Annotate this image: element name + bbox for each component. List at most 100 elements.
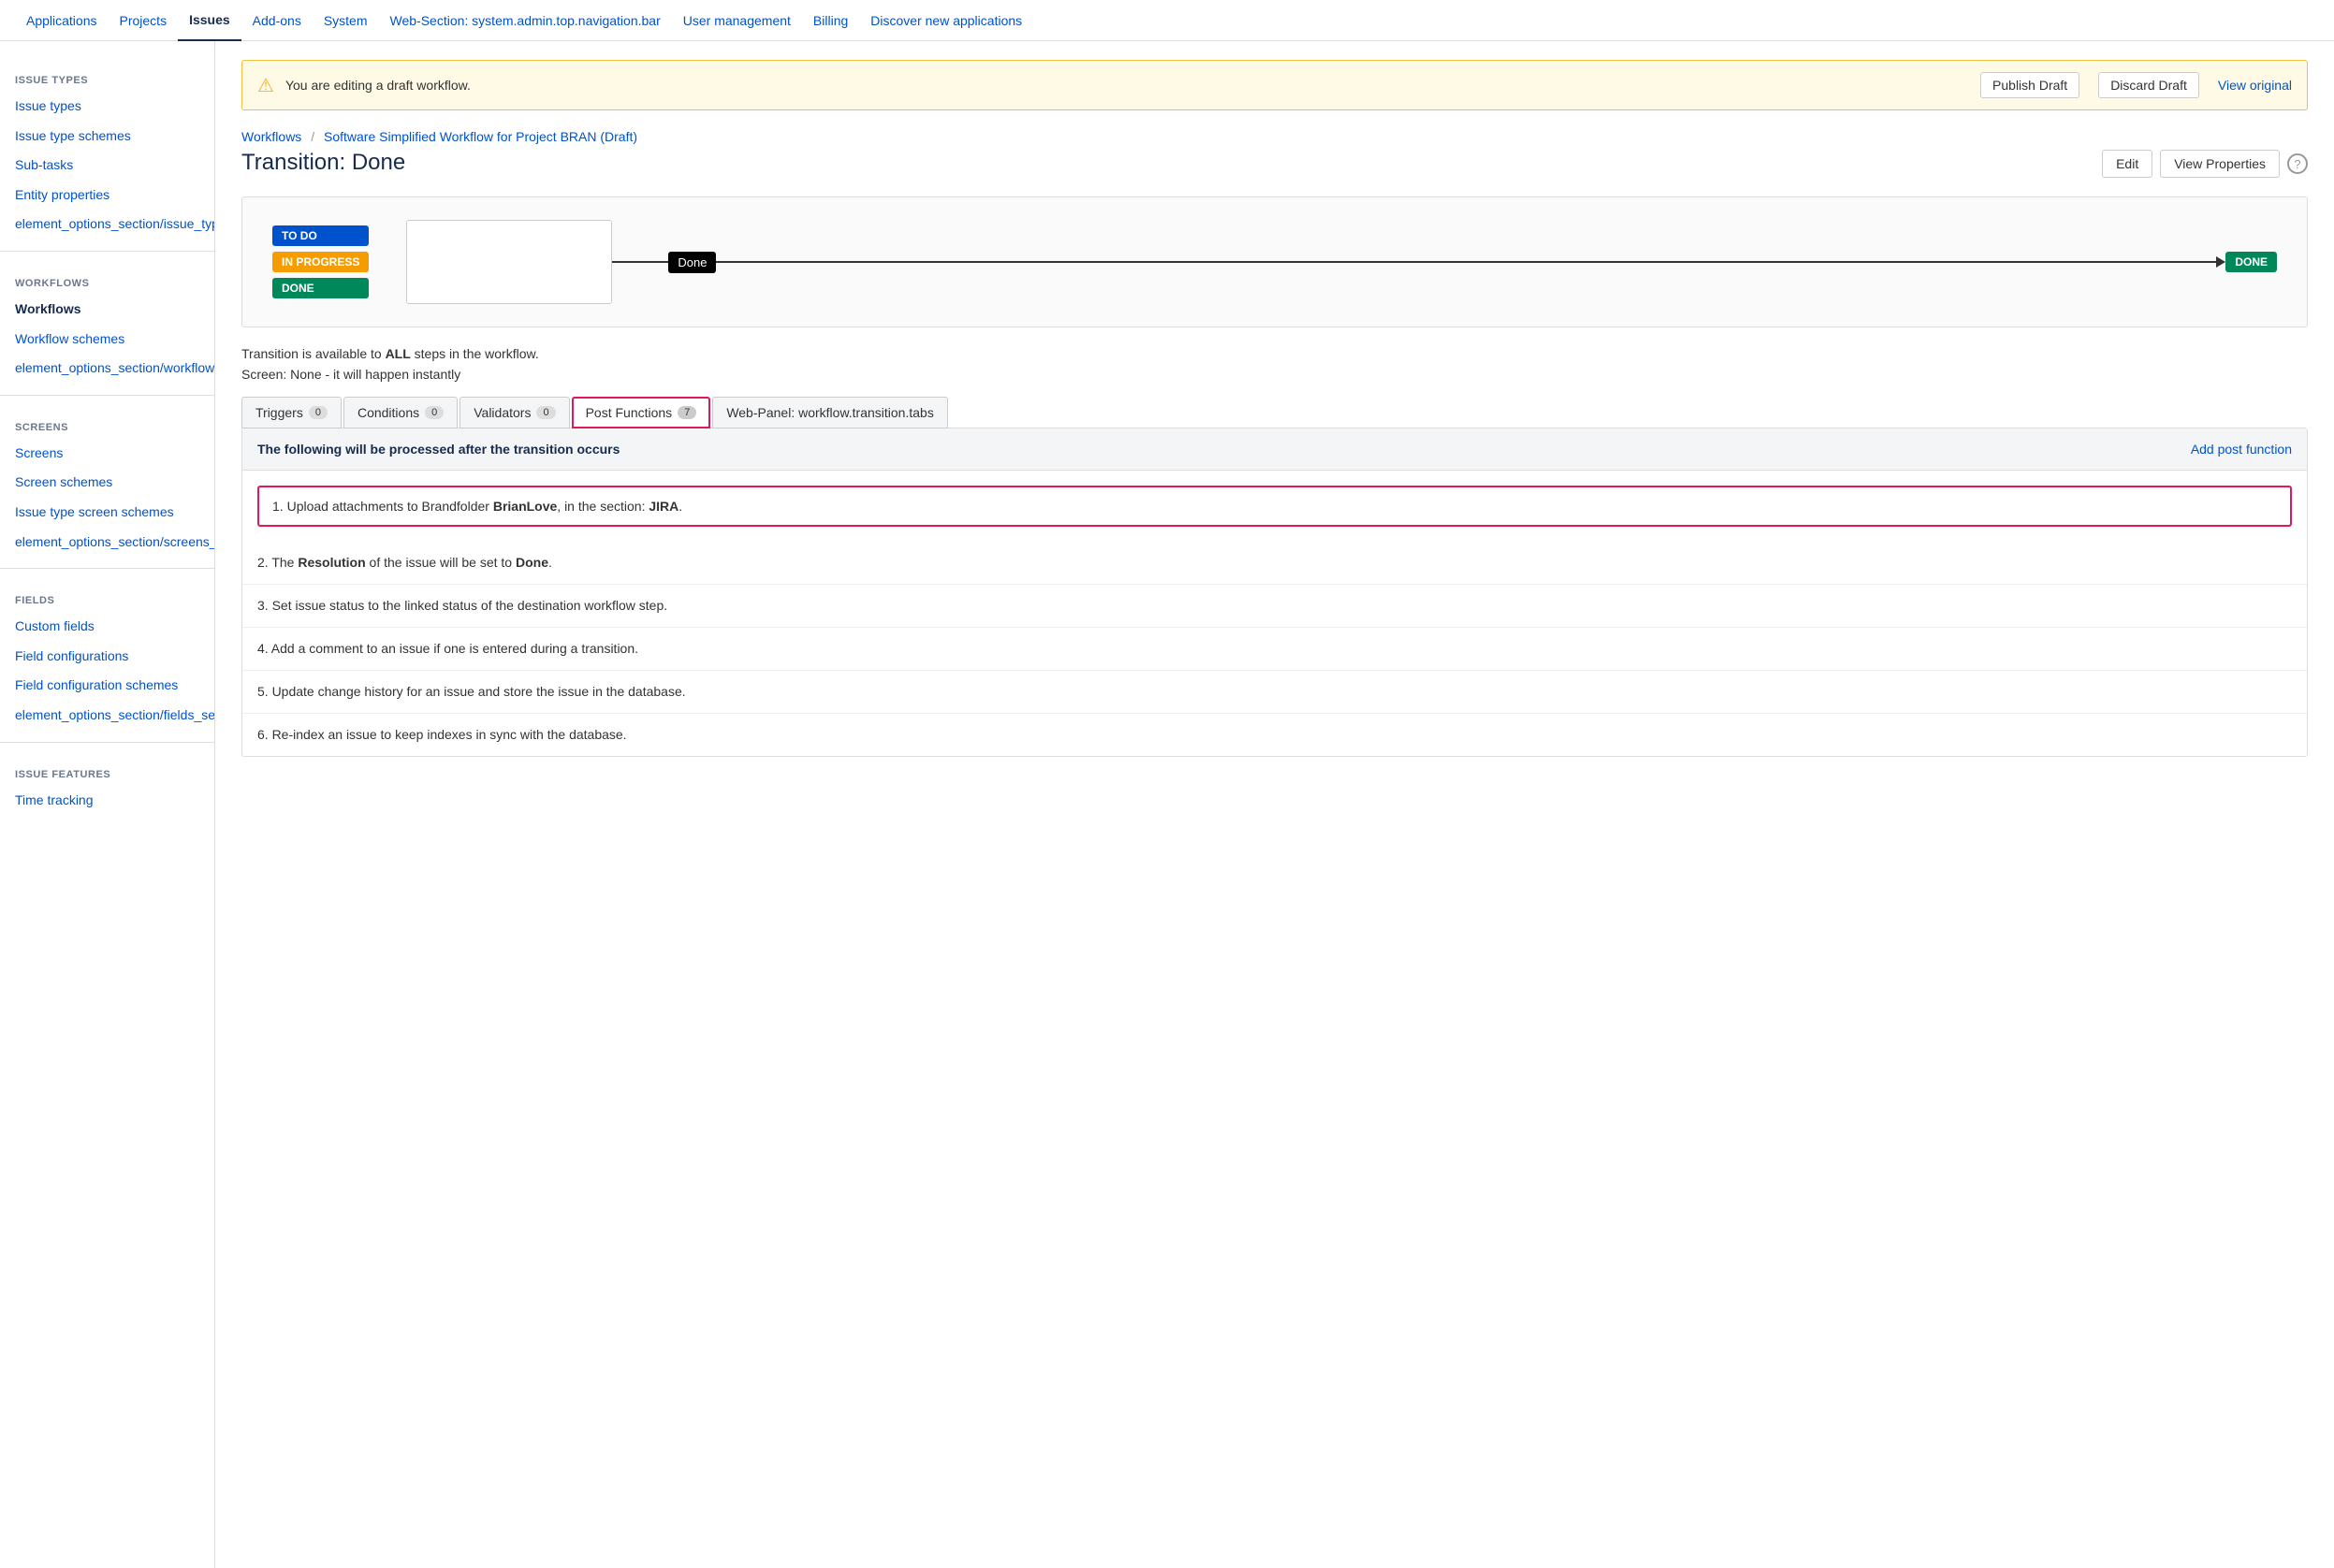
draft-banner: ⚠ You are editing a draft workflow. Publ… <box>241 60 2308 110</box>
view-properties-button[interactable]: View Properties <box>2160 150 2280 178</box>
page-header: Transition: Done Edit View Properties ? <box>241 150 2308 178</box>
pf-item-1-wrapper: 1. Upload attachments to Brandfolder Bri… <box>242 471 2307 542</box>
add-post-function-link[interactable]: Add post function <box>2191 442 2292 457</box>
pf-item-1: 1. Upload attachments to Brandfolder Bri… <box>257 486 2292 527</box>
pf-item-1-num: 1. <box>272 499 287 514</box>
section-title-issue-features: ISSUE FEATURES <box>0 754 214 786</box>
nav-issues[interactable]: Issues <box>178 0 241 41</box>
pf-item-6: 6. Re-index an issue to keep indexes in … <box>242 714 2307 756</box>
arrow-line-right <box>716 261 2216 263</box>
sidebar-item-entity-properties[interactable]: Entity properties <box>0 181 214 211</box>
breadcrumb-current[interactable]: Software Simplified Workflow for Project… <box>324 129 637 144</box>
discard-draft-button[interactable]: Discard Draft <box>2098 72 2199 98</box>
pf-item-3: 3. Set issue status to the linked status… <box>242 585 2307 628</box>
nav-system[interactable]: System <box>313 0 379 41</box>
sidebar-item-workflow-schemes[interactable]: Workflow schemes <box>0 325 214 355</box>
sidebar-item-custom-fields[interactable]: Custom fields <box>0 612 214 642</box>
view-original-link[interactable]: View original <box>2218 78 2292 93</box>
end-state: DONE <box>2225 252 2277 272</box>
tab-post-functions-label: Post Functions <box>586 405 673 420</box>
sidebar-item-element-options-fields[interactable]: element_options_section/fields_section <box>0 701 214 731</box>
tab-validators-label: Validators <box>474 405 531 420</box>
nav-applications[interactable]: Applications <box>15 0 109 41</box>
section-workflows: WORKFLOWS Workflows Workflow schemes ele… <box>0 263 214 384</box>
post-functions-panel: The following will be processed after th… <box>241 428 2308 757</box>
pf-item-1-text: Upload attachments to Brandfolder BrianL… <box>287 499 683 514</box>
edit-button[interactable]: Edit <box>2102 150 2152 178</box>
section-issue-types: ISSUE TYPES Issue types Issue type schem… <box>0 60 214 240</box>
tab-conditions-count: 0 <box>425 406 444 419</box>
tab-validators-count: 0 <box>536 406 555 419</box>
arrow-line: Done DONE <box>612 252 2277 273</box>
page-actions: Edit View Properties ? <box>2102 150 2308 178</box>
tabs-container: Triggers 0 Conditions 0 Validators 0 Pos… <box>241 397 2308 428</box>
tab-validators[interactable]: Validators 0 <box>460 397 569 428</box>
publish-draft-button[interactable]: Publish Draft <box>1980 72 2079 98</box>
banner-text: You are editing a draft workflow. <box>285 78 1962 93</box>
divider-4 <box>0 742 214 743</box>
arrow-line-left <box>612 261 668 263</box>
tab-web-panel-label: Web-Panel: workflow.transition.tabs <box>726 405 934 420</box>
pf-item-4: 4. Add a comment to an issue if one is e… <box>242 628 2307 671</box>
section-title-workflows: WORKFLOWS <box>0 263 214 295</box>
help-icon[interactable]: ? <box>2287 153 2308 174</box>
sidebar: ISSUE TYPES Issue types Issue type schem… <box>0 41 215 1568</box>
tab-triggers[interactable]: Triggers 0 <box>241 397 342 428</box>
divider-3 <box>0 568 214 569</box>
diagram-states: TO DO IN PROGRESS DONE <box>272 225 369 298</box>
nav-user-management[interactable]: User management <box>672 0 802 41</box>
section-screens: SCREENS Screens Screen schemes Issue typ… <box>0 407 214 557</box>
section-title-fields: FIELDS <box>0 580 214 612</box>
state-inprogress: IN PROGRESS <box>272 252 369 272</box>
sidebar-item-workflows[interactable]: Workflows <box>0 295 214 325</box>
breadcrumb-parent[interactable]: Workflows <box>241 129 301 144</box>
transition-label: Done <box>668 252 716 273</box>
tab-triggers-count: 0 <box>309 406 328 419</box>
transition-availability: Transition is available to ALL steps in … <box>241 346 2308 361</box>
sidebar-item-issue-types[interactable]: Issue types <box>0 92 214 122</box>
tab-conditions-label: Conditions <box>357 405 419 420</box>
section-title-issue-types: ISSUE TYPES <box>0 60 214 92</box>
nav-websection[interactable]: Web-Section: system.admin.top.navigation… <box>379 0 672 41</box>
sidebar-item-screens[interactable]: Screens <box>0 439 214 469</box>
pf-item-2: 2. The Resolution of the issue will be s… <box>242 542 2307 585</box>
sidebar-item-issue-type-schemes[interactable]: Issue type schemes <box>0 122 214 152</box>
sidebar-item-sub-tasks[interactable]: Sub-tasks <box>0 151 214 181</box>
nav-billing[interactable]: Billing <box>802 0 859 41</box>
workflow-diagram: TO DO IN PROGRESS DONE Done DONE <box>241 196 2308 327</box>
tab-triggers-label: Triggers <box>255 405 303 420</box>
nav-projects[interactable]: Projects <box>109 0 179 41</box>
sidebar-item-time-tracking[interactable]: Time tracking <box>0 786 214 816</box>
breadcrumb: Workflows / Software Simplified Workflow… <box>241 129 2308 144</box>
panel-header: The following will be processed after th… <box>242 428 2307 471</box>
divider-1 <box>0 251 214 252</box>
state-todo: TO DO <box>272 225 369 246</box>
panel-header-title: The following will be processed after th… <box>257 442 620 457</box>
tab-post-functions-count: 7 <box>678 406 696 419</box>
sidebar-item-element-options-workflows[interactable]: element_options_section/workflows_sectio… <box>0 354 214 384</box>
sidebar-item-element-options-issue-types[interactable]: element_options_section/issue_types_sect… <box>0 210 214 240</box>
transition-info: Transition is available to ALL steps in … <box>241 346 2308 382</box>
layout: ISSUE TYPES Issue types Issue type schem… <box>0 41 2334 1568</box>
tab-post-functions[interactable]: Post Functions 7 <box>572 397 711 428</box>
sidebar-item-screen-schemes[interactable]: Screen schemes <box>0 468 214 498</box>
pf-item-5: 5. Update change history for an issue an… <box>242 671 2307 714</box>
section-title-screens: SCREENS <box>0 407 214 439</box>
state-done: DONE <box>272 278 369 298</box>
breadcrumb-separator: / <box>311 129 314 144</box>
divider-2 <box>0 395 214 396</box>
diagram-box <box>406 220 612 304</box>
page-title: Transition: Done <box>241 150 405 176</box>
nav-addons[interactable]: Add-ons <box>241 0 313 41</box>
sidebar-item-element-options-screens[interactable]: element_options_section/screens_section <box>0 528 214 558</box>
tab-web-panel[interactable]: Web-Panel: workflow.transition.tabs <box>712 397 948 428</box>
nav-discover[interactable]: Discover new applications <box>859 0 1033 41</box>
warning-icon: ⚠ <box>257 74 274 97</box>
sidebar-item-field-configurations[interactable]: Field configurations <box>0 642 214 672</box>
sidebar-item-field-config-schemes[interactable]: Field configuration schemes <box>0 671 214 701</box>
main-content: ⚠ You are editing a draft workflow. Publ… <box>215 41 2334 1568</box>
sidebar-item-issue-type-screen-schemes[interactable]: Issue type screen schemes <box>0 498 214 528</box>
tab-conditions[interactable]: Conditions 0 <box>343 397 458 428</box>
section-fields: FIELDS Custom fields Field configuration… <box>0 580 214 730</box>
arrow-pointer <box>2216 256 2225 268</box>
